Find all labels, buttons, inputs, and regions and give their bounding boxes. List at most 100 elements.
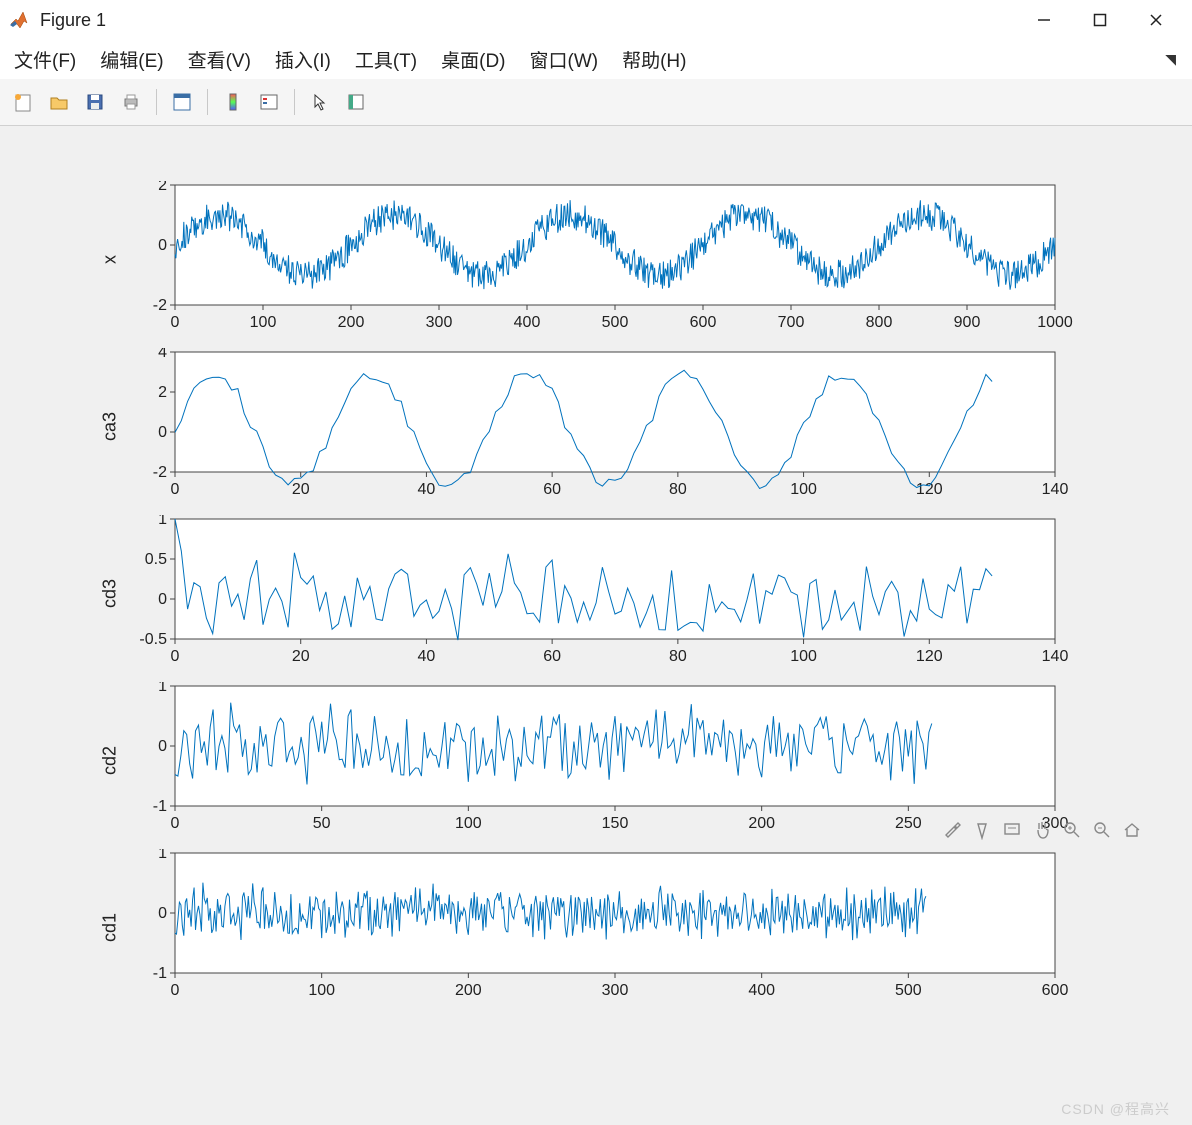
ylabel: ca3: [100, 412, 121, 442]
svg-text:4: 4: [158, 348, 167, 361]
ylabel: cd1: [100, 913, 121, 943]
ylabel: cd2: [100, 746, 121, 776]
window-title: Figure 1: [40, 10, 106, 31]
maximize-button[interactable]: [1072, 0, 1128, 40]
axes-toolbar: [937, 815, 1147, 845]
svg-text:40: 40: [418, 481, 436, 498]
svg-text:1: 1: [158, 849, 167, 862]
axes[interactable]: -2024020406080100120140: [125, 348, 1075, 502]
titlebar: Figure 1: [0, 0, 1192, 40]
svg-text:600: 600: [690, 314, 717, 331]
new-figure-button[interactable]: [6, 85, 40, 119]
menubar: 文件(F) 编辑(E) 查看(V) 插入(I) 工具(T) 桌面(D) 窗口(W…: [0, 40, 1192, 79]
svg-text:60: 60: [543, 648, 561, 665]
svg-text:300: 300: [426, 314, 453, 331]
color-bar-button[interactable]: [216, 85, 250, 119]
menu-edit[interactable]: 编辑(E): [92, 43, 171, 76]
figure-toolbar: [0, 79, 1192, 126]
svg-text:800: 800: [866, 314, 893, 331]
svg-text:60: 60: [543, 481, 561, 498]
svg-text:500: 500: [602, 314, 629, 331]
pointer-button[interactable]: [303, 85, 337, 119]
svg-text:250: 250: [895, 815, 922, 832]
svg-text:0: 0: [158, 237, 167, 254]
minimize-button[interactable]: [1016, 0, 1072, 40]
svg-text:100: 100: [790, 648, 817, 665]
svg-text:100: 100: [790, 481, 817, 498]
svg-text:0.5: 0.5: [145, 551, 167, 568]
svg-text:1: 1: [158, 682, 167, 695]
svg-text:50: 50: [313, 815, 331, 832]
svg-text:900: 900: [954, 314, 981, 331]
figure-canvas[interactable]: x-20201002003004005006007008009001000ca3…: [0, 126, 1192, 1125]
svg-text:0: 0: [171, 648, 180, 665]
legend-button[interactable]: [252, 85, 286, 119]
svg-text:200: 200: [455, 982, 482, 999]
figure-window: Figure 1 文件(F) 编辑(E) 查看(V) 插入(I) 工具(T) 桌…: [0, 0, 1192, 1125]
svg-text:300: 300: [602, 982, 629, 999]
svg-text:600: 600: [1042, 982, 1069, 999]
restore-view-icon[interactable]: [1119, 817, 1145, 843]
svg-text:-1: -1: [153, 965, 167, 982]
close-button[interactable]: [1128, 0, 1184, 40]
svg-text:140: 140: [1042, 648, 1069, 665]
svg-text:0: 0: [158, 905, 167, 922]
svg-text:0: 0: [158, 424, 167, 441]
ylabel: cd3: [100, 579, 121, 609]
open-button[interactable]: [42, 85, 76, 119]
svg-text:200: 200: [338, 314, 365, 331]
watermark: CSDN @程高兴: [1061, 1099, 1170, 1119]
svg-text:400: 400: [514, 314, 541, 331]
svg-text:0: 0: [171, 481, 180, 498]
svg-text:-2: -2: [153, 464, 167, 481]
rotate-icon[interactable]: [969, 817, 995, 843]
svg-text:700: 700: [778, 314, 805, 331]
zoom-out-icon[interactable]: [1089, 817, 1115, 843]
svg-text:120: 120: [916, 481, 943, 498]
menu-insert[interactable]: 插入(I): [267, 43, 339, 76]
svg-text:0: 0: [171, 982, 180, 999]
svg-text:2: 2: [158, 181, 167, 194]
svg-text:0: 0: [171, 815, 180, 832]
menu-desktop[interactable]: 桌面(D): [433, 43, 513, 76]
menu-tools[interactable]: 工具(T): [347, 43, 425, 76]
brush-icon[interactable]: [939, 817, 965, 843]
save-button[interactable]: [78, 85, 112, 119]
svg-text:80: 80: [669, 648, 687, 665]
svg-text:0: 0: [158, 738, 167, 755]
svg-text:100: 100: [308, 982, 335, 999]
svg-text:1: 1: [158, 515, 167, 528]
subplot-ca3: ca3-2024020406080100120140: [95, 348, 1125, 505]
svg-text:150: 150: [602, 815, 629, 832]
svg-text:2: 2: [158, 384, 167, 401]
svg-text:40: 40: [418, 648, 436, 665]
svg-text:1000: 1000: [1037, 314, 1073, 331]
axes[interactable]: -1010100200300400500600: [125, 849, 1075, 1003]
toolbar-separator: [294, 89, 295, 115]
toolbar-separator: [156, 89, 157, 115]
menu-window[interactable]: 窗口(W): [522, 43, 607, 76]
svg-text:140: 140: [1042, 481, 1069, 498]
properties-button[interactable]: [339, 85, 373, 119]
svg-text:20: 20: [292, 648, 310, 665]
axes[interactable]: -0.500.51020406080100120140: [125, 515, 1075, 669]
toolbar-separator: [207, 89, 208, 115]
subplot-cd1: cd1-1010100200300400500600: [95, 849, 1125, 1006]
datatip-icon[interactable]: [999, 817, 1025, 843]
figure-palette-button[interactable]: [165, 85, 199, 119]
zoom-in-icon[interactable]: [1059, 817, 1085, 843]
dock-arrow-icon[interactable]: ◥: [1165, 51, 1176, 68]
menu-file[interactable]: 文件(F): [6, 43, 84, 76]
svg-text:200: 200: [748, 815, 775, 832]
axes[interactable]: -20201002003004005006007008009001000: [125, 181, 1075, 335]
svg-text:0: 0: [158, 591, 167, 608]
print-button[interactable]: [114, 85, 148, 119]
axes[interactable]: -101050100150200250300: [125, 682, 1075, 836]
svg-text:100: 100: [250, 314, 277, 331]
svg-text:80: 80: [669, 481, 687, 498]
subplot-x: x-20201002003004005006007008009001000: [95, 181, 1125, 338]
pan-icon[interactable]: [1029, 817, 1055, 843]
menu-help[interactable]: 帮助(H): [614, 43, 694, 76]
svg-text:20: 20: [292, 481, 310, 498]
menu-view[interactable]: 查看(V): [180, 43, 259, 76]
